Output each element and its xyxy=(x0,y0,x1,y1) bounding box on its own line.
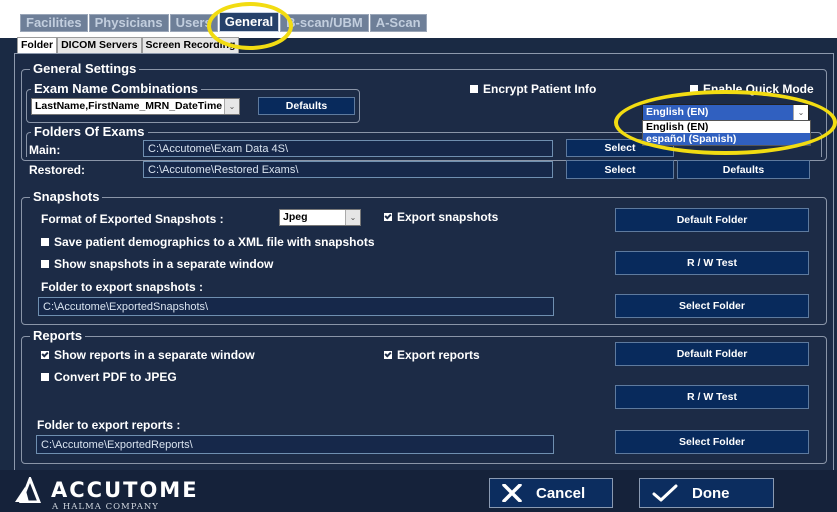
main-path-field[interactable]: C:\Accutome\Exam Data 4S\ xyxy=(143,140,553,157)
tab-facilities[interactable]: Facilities xyxy=(20,14,88,32)
app-window: Facilities Physicians Users General B-sc… xyxy=(0,0,837,512)
tab-ascan[interactable]: A-Scan xyxy=(369,14,427,32)
quick-mode-label: Enable Quick Mode xyxy=(703,82,814,96)
reports-select-folder-button[interactable]: Select Folder xyxy=(615,430,809,454)
exam-name-defaults-button[interactable]: Defaults xyxy=(258,97,355,115)
tab-users[interactable]: Users xyxy=(169,14,218,32)
exam-name-select[interactable]: LastName,FirstName_MRN_DateTime ⌄ xyxy=(31,98,240,115)
export-reports-label: Export reports xyxy=(397,348,480,362)
snapshots-select-folder-button[interactable]: Select Folder xyxy=(615,294,809,318)
language-select[interactable]: English (EN) ⌄ xyxy=(642,104,809,121)
main-tabs: Facilities Physicians Users General B-sc… xyxy=(20,12,428,32)
tabs-bar: Facilities Physicians Users General B-sc… xyxy=(0,0,837,38)
snapshots-rw-test-button[interactable]: R / W Test xyxy=(615,251,809,275)
footer: ACCUTOME A HALMA COMPANY Cancel Done xyxy=(0,470,837,512)
close-icon xyxy=(502,484,522,502)
reports-folder-label: Folder to export reports : xyxy=(37,418,181,432)
snapshots-separate-window-checkbox[interactable]: Show snapshots in a separate window xyxy=(41,257,273,271)
checkbox-icon xyxy=(470,85,478,93)
format-value: Jpeg xyxy=(283,211,308,223)
reports-separate-window-label: Show reports in a separate window xyxy=(54,348,255,362)
language-dropdown-list: English (EN) español (Spanish) xyxy=(642,120,811,146)
snapshot-format-select[interactable]: Jpeg ⌄ xyxy=(279,209,361,226)
language-option-english[interactable]: English (EN) xyxy=(643,121,810,133)
encrypt-patient-checkbox[interactable]: Encrypt Patient Info xyxy=(470,82,596,96)
export-snapshots-checkbox[interactable]: Export snapshots xyxy=(384,210,498,224)
subtab-dicom-servers[interactable]: DICOM Servers xyxy=(57,37,142,54)
xml-demographics-checkbox[interactable]: Save patient demographics to a XML file … xyxy=(41,235,375,249)
snapshots-separate-window-label: Show snapshots in a separate window xyxy=(54,257,274,271)
reports-default-folder-button[interactable]: Default Folder xyxy=(615,342,809,366)
cancel-label: Cancel xyxy=(536,484,586,502)
tab-general[interactable]: General xyxy=(218,12,280,32)
checkbox-icon xyxy=(690,85,698,93)
brand-subtitle: A HALMA COMPANY xyxy=(52,502,159,512)
tab-physicians[interactable]: Physicians xyxy=(88,14,169,32)
export-reports-checkbox[interactable]: Export reports xyxy=(384,348,480,362)
export-snapshots-label: Export snapshots xyxy=(397,210,499,224)
done-label: Done xyxy=(692,484,730,502)
checkbox-checked-icon xyxy=(384,213,392,221)
language-option-spanish[interactable]: español (Spanish) xyxy=(643,133,810,145)
checkbox-checked-icon xyxy=(384,351,392,359)
reports-legend: Reports xyxy=(30,328,86,343)
folders-legend: Folders Of Exams xyxy=(31,124,148,139)
reports-separate-window-checkbox[interactable]: Show reports in a separate window xyxy=(41,348,255,362)
checkbox-icon xyxy=(41,373,49,381)
checkbox-icon xyxy=(41,260,49,268)
xml-demographics-label: Save patient demographics to a XML file … xyxy=(54,235,375,249)
main-label: Main: xyxy=(29,143,61,157)
sub-tabs: Folder DICOM Servers Screen Recording xyxy=(17,37,240,54)
done-button[interactable]: Done xyxy=(639,478,774,508)
exam-name-value: LastName,FirstName_MRN_DateTime xyxy=(35,100,223,112)
brand-name: ACCUTOME xyxy=(51,478,199,502)
convert-pdf-label: Convert PDF to JPEG xyxy=(54,370,177,384)
reports-rw-test-button[interactable]: R / W Test xyxy=(615,385,809,409)
restored-label: Restored: xyxy=(29,163,86,177)
quick-mode-checkbox[interactable]: Enable Quick Mode xyxy=(690,82,814,96)
chevron-down-icon: ⌄ xyxy=(224,99,239,114)
snapshots-folder-field[interactable]: C:\Accutome\ExportedSnapshots\ xyxy=(38,297,554,316)
accutome-logo-icon xyxy=(15,474,42,504)
encrypt-patient-label: Encrypt Patient Info xyxy=(483,82,597,96)
accutome-logo: ACCUTOME A HALMA COMPANY xyxy=(15,474,197,512)
language-selected-value: English (EN) xyxy=(646,106,709,118)
chevron-down-icon: ⌄ xyxy=(793,105,808,120)
checkmark-icon xyxy=(652,484,678,502)
subtab-folder[interactable]: Folder xyxy=(17,37,58,54)
chevron-down-icon: ⌄ xyxy=(345,210,360,225)
convert-pdf-checkbox[interactable]: Convert PDF to JPEG xyxy=(41,370,177,384)
reports-folder-field[interactable]: C:\Accutome\ExportedReports\ xyxy=(36,435,554,454)
restored-select-button[interactable]: Select xyxy=(566,160,674,179)
cancel-button[interactable]: Cancel xyxy=(489,478,613,508)
snapshots-default-folder-button[interactable]: Default Folder xyxy=(615,208,809,232)
format-label: Format of Exported Snapshots : xyxy=(41,212,224,226)
exam-name-group: Exam Name Combinations LastName,FirstNam… xyxy=(26,81,360,123)
exam-name-legend: Exam Name Combinations xyxy=(31,81,201,96)
checkbox-icon xyxy=(41,238,49,246)
subtab-screen-recording[interactable]: Screen Recording xyxy=(141,37,240,54)
snapshots-folder-label: Folder to export snapshots : xyxy=(41,280,204,294)
tab-bscan-ubm[interactable]: B-scan/UBM xyxy=(280,14,369,32)
checkbox-checked-icon xyxy=(41,351,49,359)
general-settings-legend: General Settings xyxy=(30,61,140,76)
restored-path-field[interactable]: C:\Accutome\Restored Exams\ xyxy=(143,161,553,178)
snapshots-legend: Snapshots xyxy=(30,189,103,204)
folders-defaults-button[interactable]: Defaults xyxy=(677,160,810,179)
